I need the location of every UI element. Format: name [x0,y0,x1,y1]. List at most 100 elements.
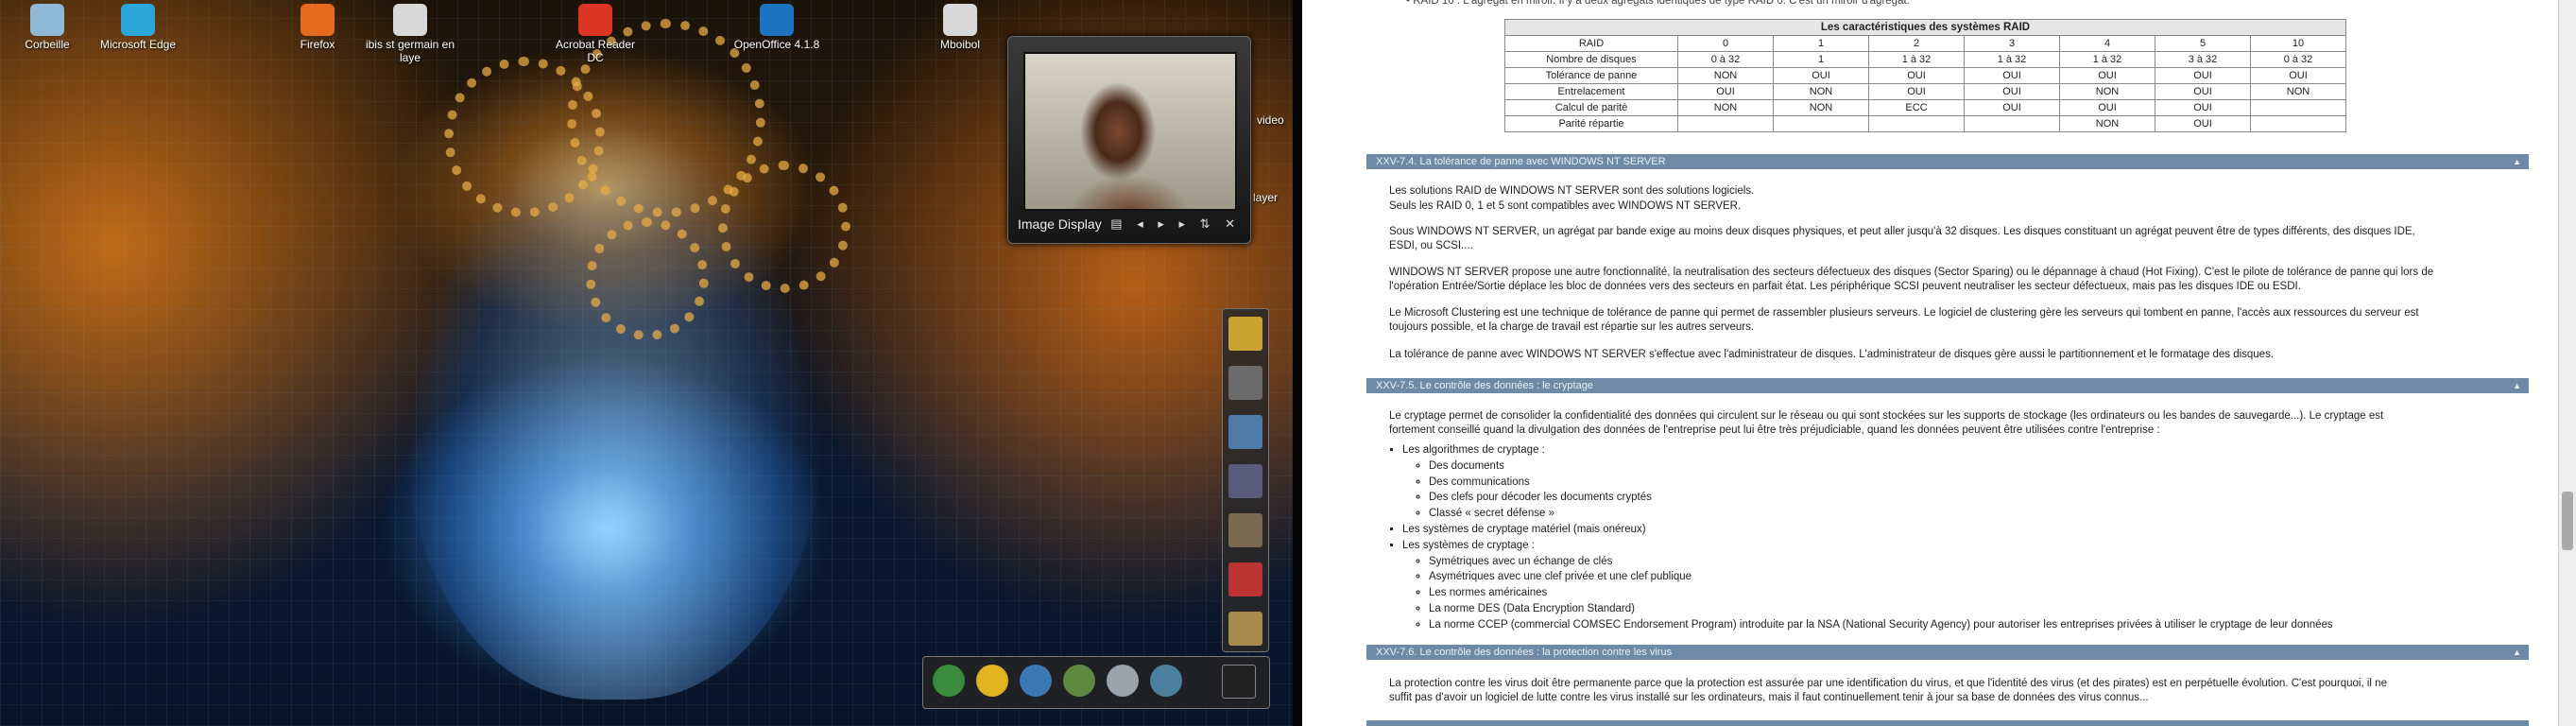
sub-list-item: Des clefs pour décoder les documents cry… [1429,490,2333,506]
shield-icon[interactable] [1150,665,1182,697]
table-row: Nombre de disques 0 à 32 1 1 à 32 1 à 32 1 à … [1504,51,2346,68]
table-cell: OUI [2155,67,2251,84]
paragraph: La protection contre les virus doit être… [1389,678,2387,689]
cryptage-list: Les algorithmes de cryptage : Des documen… [1389,442,2333,633]
desktop-icon[interactable]: OpenOffice 4.1.8 [730,4,824,51]
raid-table-header-cell: 0 [1677,35,1774,52]
image-display-caption: Image Display [1018,216,1102,232]
table-row: Entrelacement OUI NON OUI OUI NON OUI NON [1504,83,2346,100]
section-header-7-4[interactable]: XXV-7.4. La tolérance de panne avec WIND… [1366,154,2529,169]
next-section-bar-partial[interactable] [1366,720,2529,726]
tools-icon[interactable] [1228,366,1262,400]
portrait-icon[interactable] [1228,612,1262,646]
edge-icon [121,4,155,36]
creator-pack-icon[interactable] [1228,317,1262,351]
collapse-icon[interactable]: ▲ [2513,154,2521,169]
people-icon[interactable] [1063,665,1095,697]
desktop-icon[interactable]: Corbeille [0,4,94,51]
desktop-label-partial: video [1257,113,1284,127]
paragraph: Seuls les RAID 0, 1 et 5 sont compatible… [1389,200,1742,212]
table-cell: OUI [2155,115,2251,132]
gadget-tray [922,656,1270,709]
desktop-icon[interactable]: Firefox [270,4,365,51]
table-cell: OUI [1964,67,2060,84]
list-item: Les systèmes de cryptage matériel (mais … [1402,522,2333,538]
acrobat-icon [578,4,612,36]
desktop-icon-label: Mboibol [939,38,981,51]
paragraph: Le Microsoft Clustering est une techniqu… [1389,307,2419,319]
raid-table-caption: Les caractéristiques des systèmes RAID [1504,19,2346,36]
section-header-7-6[interactable]: XXV-7.6. Le contrôle des données : la pr… [1366,645,2529,660]
sub-list-item: Des documents [1429,458,2333,475]
pdf-icon[interactable] [1228,562,1262,596]
grid-icon[interactable] [1222,665,1256,699]
app-icon[interactable] [933,665,965,697]
table-cell: 1 à 32 [1964,51,2060,68]
desktop-icon[interactable]: Microsoft Edge [91,4,185,51]
desktop-label-partial: layer [1253,191,1279,204]
table-cell: OUI [2250,67,2346,84]
web-page: • RAID 10 : L'agrégat en miroir. Il y a … [1302,0,2576,726]
table-cell [1773,115,1869,132]
table-cell: Calcul de parité [1504,99,1678,116]
table-cell: 3 à 32 [2155,51,2251,68]
openoffice-icon [760,4,794,36]
table-cell: OUI [1964,99,2060,116]
paragraph: fortement conseillé quand la divulgation… [1389,424,2160,436]
paragraph: ESDI, ou SCSI.... [1389,240,1473,251]
table-cell: NON [2059,115,2155,132]
table-row: Parité répartie NON OUI [1504,115,2346,132]
paragraph: WINDOWS NT SERVER propose une autre fonc… [1389,267,2434,278]
firefox-icon [301,4,335,36]
desktop-icon[interactable]: ibis st germain en laye [363,4,457,64]
sub-list-item: Symétriques avec un échange de clés [1429,554,2333,570]
paragraph: Le cryptage permet de consolider la conf… [1389,410,2384,422]
gear-icon[interactable] [1020,665,1052,697]
photos-icon[interactable] [1228,415,1262,449]
docs-icon[interactable] [1107,665,1139,697]
collapse-icon[interactable]: ▲ [2513,645,2521,660]
table-cell: Nombre de disques [1504,51,1678,68]
slideshow-photo [1023,52,1237,211]
section-header-7-5[interactable]: XXV-7.5. Le contrôle des données : le cr… [1366,378,2529,393]
table-cell: OUI [2155,83,2251,100]
table-cell: 0 à 32 [2250,51,2346,68]
list-item-text: Les systèmes de cryptage matériel (mais … [1402,523,1646,535]
raid-table-header-cell: 3 [1964,35,2060,52]
collapse-icon[interactable]: ▲ [2513,378,2521,393]
desktop-icon[interactable]: Acrobat Reader DC [548,4,643,64]
page-text-fragment: • RAID 10 : L'agrégat en miroir. Il y a … [1406,0,1910,7]
table-cell [1964,115,2060,132]
table-cell: Parité répartie [1504,115,1678,132]
paragraph: l'opération Entrée/Sortie déplace les bl… [1389,281,2301,292]
file-icon [943,4,977,36]
section-title: XXV-7.5. Le contrôle des données : le cr… [1376,380,1593,391]
sub-list-item: La norme CCEP (commercial COMSEC Endorse… [1429,617,2333,633]
desktop-icon-label: Firefox [300,38,335,51]
calendar-icon[interactable] [1228,513,1262,547]
table-cell: NON [2059,83,2155,100]
table-cell: Tolérance de panne [1504,67,1678,84]
file-icon [393,4,427,36]
table-cell: NON [1677,99,1774,116]
scrollbar-thumb[interactable] [2562,492,2573,550]
table-cell [1677,115,1774,132]
table-cell: Entrelacement [1504,83,1678,100]
table-cell: OUI [1868,67,1965,84]
table-cell: OUI [1868,83,1965,100]
desktop-icon-label: OpenOffice 4.1.8 [733,38,820,51]
wallpaper-gear [718,161,850,293]
wallpaper-gear [586,217,709,340]
images-icon[interactable] [1228,464,1262,498]
scrollbar[interactable] [2558,0,2576,726]
desktop-icon[interactable]: Mboibol [913,4,1007,51]
paragraph: toujours possible, et la charge de trava… [1389,321,1755,333]
sub-list-item: La norme DES (Data Encryption Standard) [1429,601,2333,617]
image-display-gadget[interactable]: Image Display ▤ ◂ ▸ ▸ ⇅ ✕ [1007,36,1251,244]
table-cell: OUI [2155,99,2251,116]
table-cell [2250,115,2346,132]
image-display-controls[interactable]: ▤ ◂ ▸ ▸ ⇅ ✕ [1110,216,1241,232]
face-icon[interactable] [976,665,1008,697]
desktop-icon-label: Corbeille [25,38,70,51]
table-cell: NON [2250,83,2346,100]
